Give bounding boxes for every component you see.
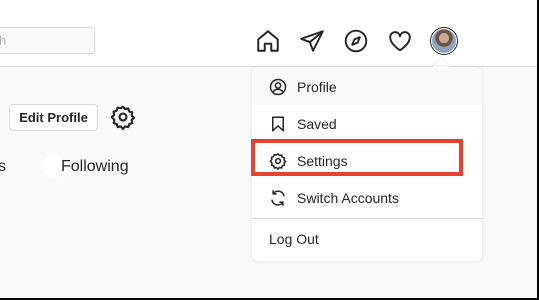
following-count[interactable]: Following (61, 158, 129, 176)
profile-settings-gear-icon[interactable] (110, 104, 136, 130)
menu-item-switch-accounts[interactable]: Switch Accounts (252, 179, 482, 216)
bookmark-icon (272, 116, 284, 131)
direct-messages-icon[interactable] (299, 28, 325, 54)
explore-compass-icon[interactable] (343, 28, 369, 54)
search-box[interactable] (0, 27, 95, 54)
profile-avatar[interactable] (430, 27, 458, 55)
menu-item-label: Switch Accounts (297, 189, 399, 206)
menu-item-log-out[interactable]: Log Out (252, 220, 482, 258)
menu-item-label: Saved (297, 115, 337, 132)
settings-highlight-box (251, 139, 463, 176)
posts-count-fragment: s (0, 158, 6, 175)
user-circle-icon (269, 78, 287, 95)
search-input[interactable] (0, 28, 94, 53)
menu-item-saved[interactable]: Saved (252, 105, 482, 142)
avatar-image (432, 29, 456, 53)
menu-divider (252, 218, 482, 219)
menu-item-label: Profile (297, 78, 337, 95)
edit-profile-button[interactable]: Edit Profile (9, 104, 98, 131)
top-navigation-bar (0, 0, 537, 67)
menu-item-profile[interactable]: Profile (252, 68, 482, 105)
activity-heart-icon[interactable] (387, 28, 413, 54)
switch-arrows-icon (271, 189, 285, 206)
app-frame: Edit Profile s Following Profile Saved S… (0, 0, 537, 298)
home-icon[interactable] (255, 28, 281, 54)
